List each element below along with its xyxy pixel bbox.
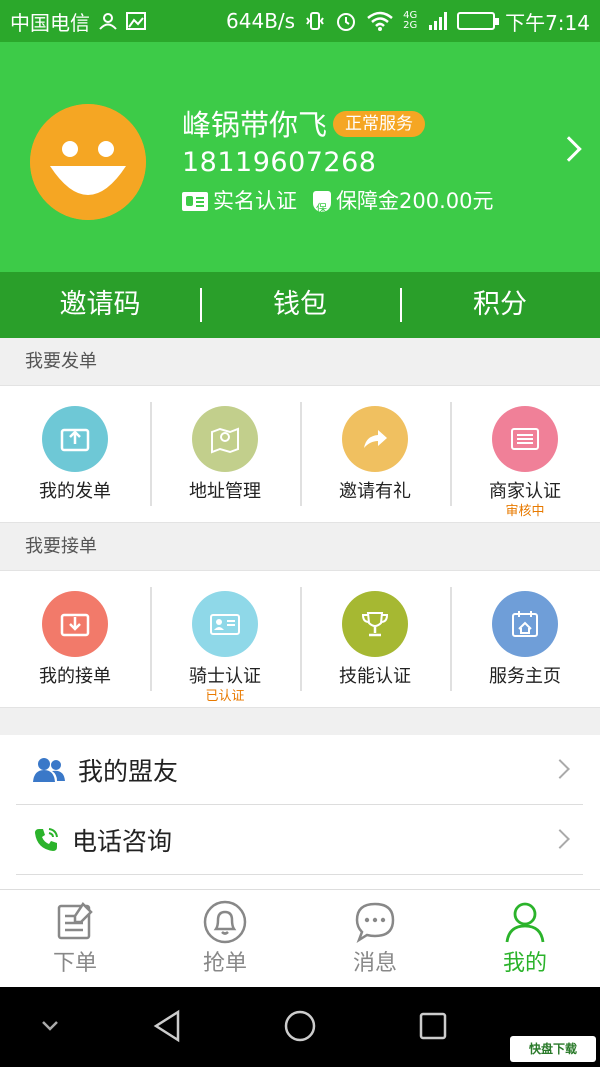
settings-list: 我的盟友 电话咨询 [0,735,600,889]
smiley-face-icon [30,104,146,220]
list-item-label: 我的盟友 [78,756,179,786]
signal-bars-icon [429,12,448,30]
vibrate-icon [306,12,324,30]
edit-note-icon [57,902,93,940]
tab-points[interactable]: 积分 [400,272,600,338]
grid-item-label: 邀请有礼 [339,481,411,502]
list-item-label: 电话咨询 [72,826,173,856]
watermark-logo: 快盘下载 [510,1036,596,1062]
nav-label: 下单 [52,951,97,976]
nav-tab-me[interactable]: 我的 [450,890,600,987]
skill-circle [342,591,408,657]
phone-icon [35,827,58,851]
accepted-circle [42,591,108,657]
verification-row: 实名认证 保障金200.00元 [182,186,494,224]
map-pin-icon [211,427,239,454]
wifi-icon [367,11,393,31]
user-icon [505,902,545,943]
clock-time: 下午7:14 [505,10,590,35]
nav-tab-order[interactable]: 下单 [0,890,150,987]
carrier-label: 中国电信 [10,10,90,35]
receive-section-title: 我要接单 [0,523,600,571]
merchant-status-label: 审核中 [505,504,545,519]
grid-item-skill-verify[interactable]: 技能认证 [300,571,450,707]
grid-item-label: 骑士认证 [189,666,261,687]
deposit-label: 保障金200.00元 [336,189,494,213]
grid-item-label: 技能认证 [339,666,411,687]
invite-circle [342,406,408,472]
nav-tab-grab[interactable]: 抢单 [150,890,300,987]
user-status-icon [99,13,117,30]
grid-item-my-sent-orders[interactable]: 我的发单 [0,386,150,522]
grid-item-address-management[interactable]: 地址管理 [150,386,300,522]
home-calendar-icon [512,611,538,637]
receive-grid: 我的接单 骑士认证 已认证 技能认证 服务主页 [0,571,600,708]
nav-tab-messages[interactable]: 消息 [300,890,450,987]
upload-box-icon [60,428,90,452]
alarm-icon [337,13,356,31]
send-section-title: 我要发单 [0,338,600,386]
chat-bubble-icon [355,902,395,944]
list-item-my-allies[interactable]: 我的盟友 [16,735,583,805]
grid-item-label: 服务主页 [489,666,561,687]
profile-header[interactable]: 峰锅带你飞 正常服务 18119607268 实名认证 保障金200.00元 [0,42,600,272]
nav-label: 抢单 [202,951,247,976]
allies-icon [33,757,65,782]
status-bar: 中国电信 644B/s 4G 2G 下午7:14 [0,0,600,42]
download-box-icon [60,613,90,637]
recents-icon[interactable] [418,1011,448,1041]
bottom-navigation: 下单 抢单 消息 我的 [0,889,600,987]
realname-label: 实名认证 [213,189,297,213]
merchant-circle [492,406,558,472]
chevron-right-icon [550,829,570,849]
grid-item-label: 商家认证 [489,481,561,502]
avatar[interactable] [30,104,146,220]
rider-status-label: 已认证 [205,689,245,704]
nav-label: 我的 [502,951,547,976]
rider-circle [192,591,258,657]
tab-invite-code[interactable]: 邀请码 [0,272,200,338]
service-status-badge: 正常服务 [333,111,425,137]
battery-icon [457,12,500,30]
share-arrow-icon [364,430,387,448]
grid-item-service-homepage[interactable]: 服务主页 [450,571,600,707]
network-type-label: 4G 2G [403,10,418,31]
back-icon[interactable] [152,1009,182,1043]
chevron-down-icon[interactable] [40,1019,60,1033]
my-orders-circle [42,406,108,472]
send-grid: 我的发单 地址管理 邀请有礼 商家认证 审核中 [0,386,600,523]
grid-item-label: 我的接单 [39,666,111,687]
user-phone: 18119607268 [182,147,377,178]
tab-wallet[interactable]: 钱包 [200,272,400,338]
shield-icon [313,190,331,224]
id-card-icon [210,614,240,635]
grid-item-rider-verify[interactable]: 骑士认证 已认证 [150,571,300,707]
grid-item-invite-rewards[interactable]: 邀请有礼 [300,386,450,522]
chevron-right-icon [550,759,570,779]
service-circle [492,591,558,657]
user-name: 峰锅带你飞 [182,108,328,142]
grid-item-my-accepted-orders[interactable]: 我的接单 [0,571,150,707]
network-speed: 644B/s [226,9,296,33]
id-card-icon [182,191,208,211]
bell-icon [203,900,247,944]
home-icon[interactable] [283,1009,317,1043]
image-status-icon [126,12,146,30]
chevron-right-icon[interactable] [556,136,582,162]
grid-item-merchant-verify[interactable]: 商家认证 审核中 [450,386,600,522]
grid-item-label: 地址管理 [189,481,261,502]
list-card-icon [511,428,539,450]
account-tabs: 邀请码 钱包 积分 [0,272,600,338]
grid-item-label: 我的发单 [39,481,111,502]
address-circle [192,406,258,472]
trophy-icon [361,612,389,637]
list-item-phone-consult[interactable]: 电话咨询 [16,805,583,875]
nav-label: 消息 [352,951,397,976]
